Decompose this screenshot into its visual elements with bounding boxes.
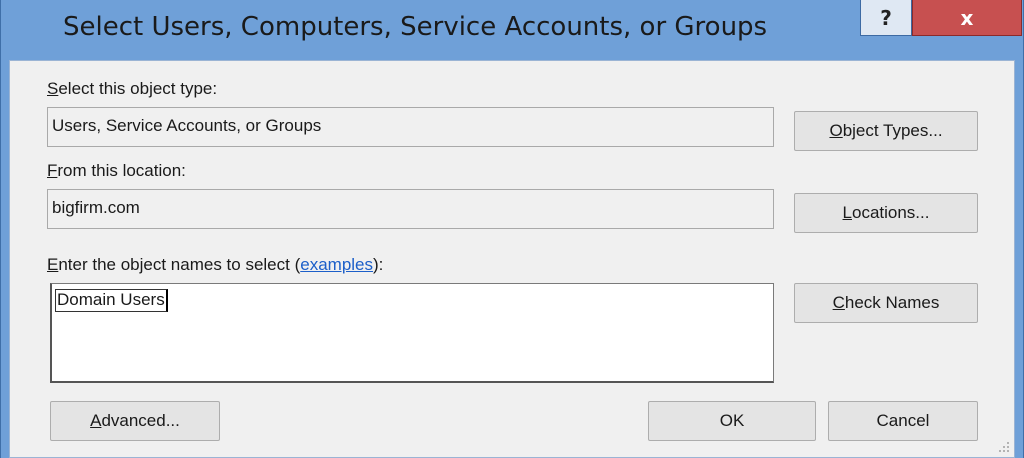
advanced-button[interactable]: Advanced...	[50, 401, 220, 441]
location-field: bigfirm.com	[47, 189, 774, 229]
resize-grip-icon[interactable]	[997, 440, 1011, 454]
ok-button[interactable]: OK	[648, 401, 816, 441]
object-name-entry: Domain Users	[55, 289, 168, 312]
help-button[interactable]: ?	[860, 0, 912, 36]
object-type-value: Users, Service Accounts, or Groups	[52, 116, 322, 135]
location-value: bigfirm.com	[52, 198, 140, 217]
dialog-window: Select Users, Computers, Service Account…	[0, 0, 1024, 458]
dialog-title: Select Users, Computers, Service Account…	[63, 12, 768, 42]
object-names-input[interactable]: Domain Users	[50, 283, 774, 383]
dialog-body: Select this object type: Users, Service …	[9, 60, 1015, 458]
object-types-button[interactable]: Object Types...	[794, 111, 978, 151]
help-icon: ?	[880, 5, 892, 30]
check-names-button[interactable]: Check Names	[794, 283, 978, 323]
title-bar[interactable]: Select Users, Computers, Service Account…	[1, 0, 1023, 60]
location-label: From this location:	[47, 161, 186, 180]
close-button[interactable]: x	[912, 0, 1022, 36]
close-icon: x	[960, 5, 974, 30]
object-type-field: Users, Service Accounts, or Groups	[47, 107, 774, 147]
examples-link[interactable]: examples	[300, 255, 373, 274]
object-type-label: Select this object type:	[47, 79, 218, 98]
object-names-label: Enter the object names to select (exampl…	[47, 255, 384, 274]
locations-button[interactable]: Locations...	[794, 193, 978, 233]
cancel-button[interactable]: Cancel	[828, 401, 978, 441]
